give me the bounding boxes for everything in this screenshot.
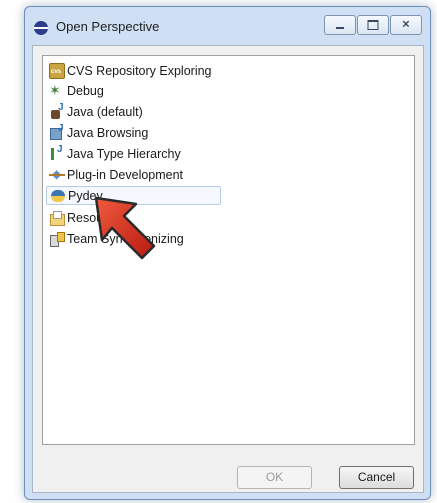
- title-bar[interactable]: Open Perspective ✕: [25, 7, 430, 41]
- close-icon: ✕: [401, 19, 411, 31]
- list-item-label: Debug: [67, 83, 104, 98]
- list-item-label: Plug-in Development: [67, 167, 184, 182]
- java-icon: [49, 102, 65, 120]
- eclipse-icon: [34, 21, 48, 35]
- list-item-cvs[interactable]: CVS Repository Exploring: [46, 61, 216, 80]
- list-item-java[interactable]: Java (default): [46, 102, 147, 121]
- list-item-java-browsing[interactable]: Java Browsing: [46, 123, 152, 142]
- list-item-java-type-hierarchy[interactable]: Java Type Hierarchy: [46, 144, 185, 163]
- cancel-button[interactable]: Cancel: [339, 466, 414, 489]
- maximize-button[interactable]: [357, 15, 389, 35]
- list-item-label: Java Type Hierarchy: [67, 146, 181, 161]
- list-item-label: Java (default): [67, 104, 143, 119]
- list-item-label: CVS Repository Exploring: [67, 63, 212, 78]
- type-hierarchy-icon: [49, 144, 65, 162]
- open-perspective-dialog: Open Perspective ✕ CVS Repository Explor…: [24, 6, 431, 500]
- java-browsing-icon: [49, 123, 65, 141]
- plugin-icon: [49, 167, 65, 183]
- debug-icon: [49, 82, 65, 99]
- ok-button[interactable]: OK: [237, 466, 312, 489]
- red-pointer-arrow-icon: [94, 196, 156, 260]
- team-sync-icon: [49, 231, 65, 247]
- cvs-icon: [49, 62, 65, 79]
- minimize-icon: [336, 27, 344, 29]
- list-item-plugin-development[interactable]: Plug-in Development: [46, 165, 187, 184]
- list-item-debug[interactable]: Debug: [46, 81, 108, 100]
- minimize-button[interactable]: [324, 15, 356, 35]
- maximize-icon: [367, 20, 379, 30]
- window-controls: ✕: [323, 15, 422, 37]
- resource-icon: [49, 210, 65, 226]
- close-button[interactable]: ✕: [390, 15, 422, 35]
- dialog-title: Open Perspective: [56, 19, 160, 34]
- list-item-label: Java Browsing: [67, 125, 149, 140]
- python-icon: [50, 188, 66, 204]
